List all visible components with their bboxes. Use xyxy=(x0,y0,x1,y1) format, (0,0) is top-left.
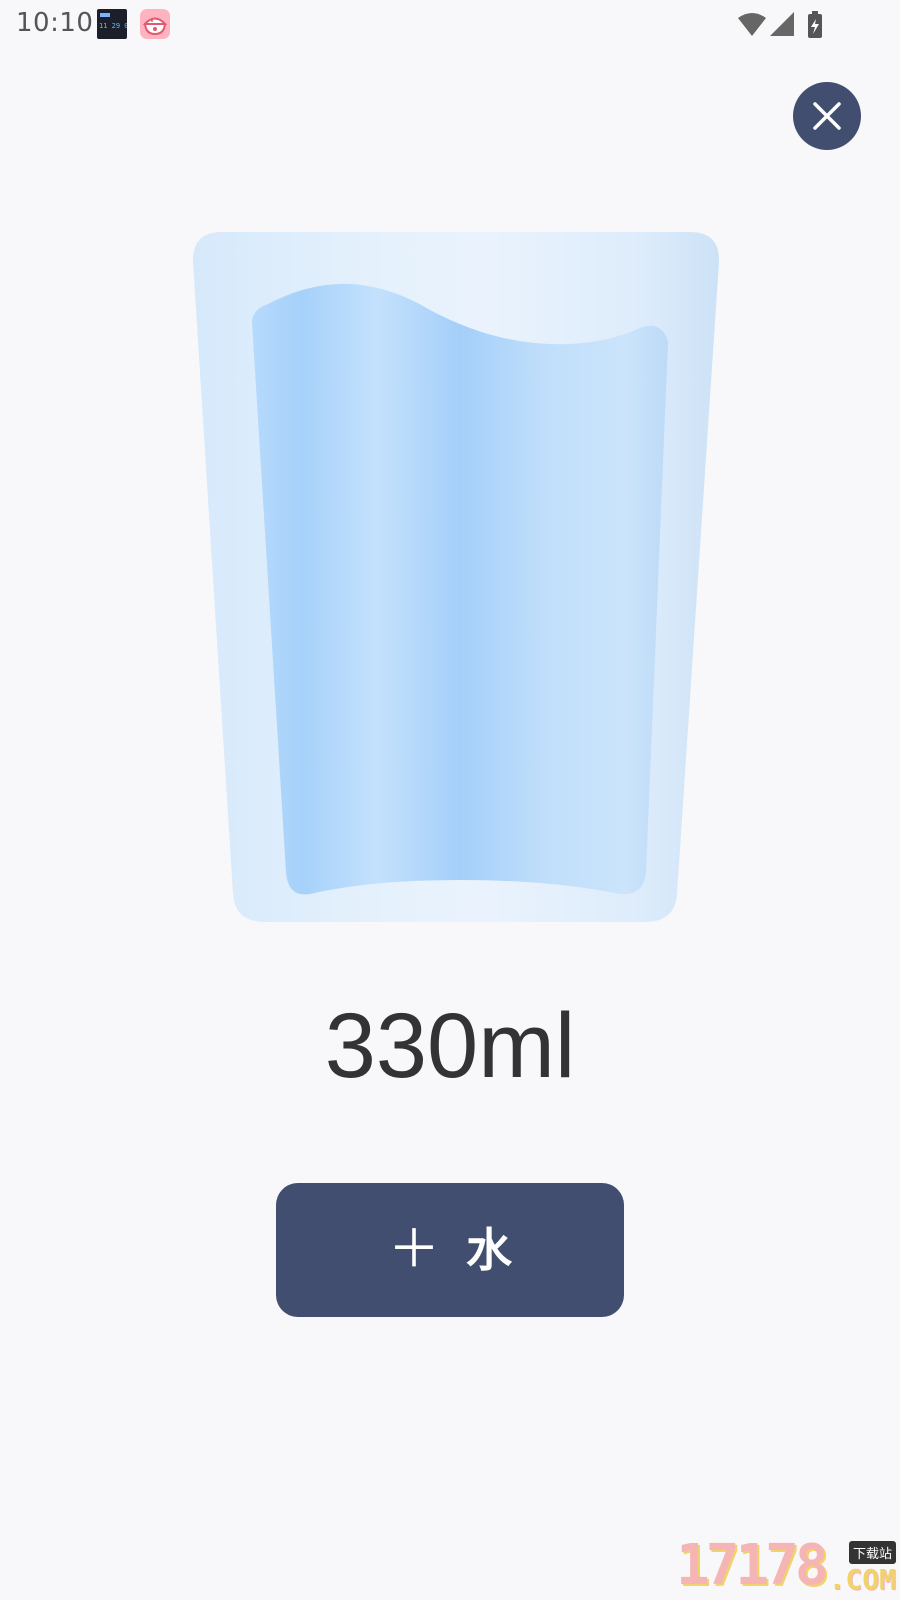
watermark-tag: 下载站 xyxy=(848,1541,896,1564)
watermark-logo: 17178 下载站 .COM xyxy=(676,1534,896,1594)
water-glass-illustration xyxy=(190,232,730,922)
cell-signal-icon xyxy=(770,12,794,36)
rice-bowl-app-icon xyxy=(140,9,170,39)
status-bar: 10:10 11 29 03 xyxy=(0,0,900,48)
plus-icon: ＋ xyxy=(387,1220,440,1280)
close-icon xyxy=(813,102,841,130)
system-status-icons xyxy=(736,10,836,40)
status-time: 10:10 xyxy=(16,8,94,38)
watermark-suffix: .COM xyxy=(828,1563,896,1596)
close-button[interactable] xyxy=(793,82,861,150)
watermark-digits: 17178 xyxy=(675,1533,829,1598)
add-water-button[interactable]: ＋ 水 xyxy=(276,1183,624,1317)
battery-charging-icon xyxy=(808,11,822,38)
clock-widget-icon: 11 29 03 xyxy=(97,9,127,39)
clock-widget-digits: 11 29 03 xyxy=(99,22,127,30)
add-water-label: 水 xyxy=(466,1223,512,1277)
wifi-icon xyxy=(738,13,766,36)
water-amount: 330ml xyxy=(324,995,576,1097)
water-fill xyxy=(252,283,668,895)
